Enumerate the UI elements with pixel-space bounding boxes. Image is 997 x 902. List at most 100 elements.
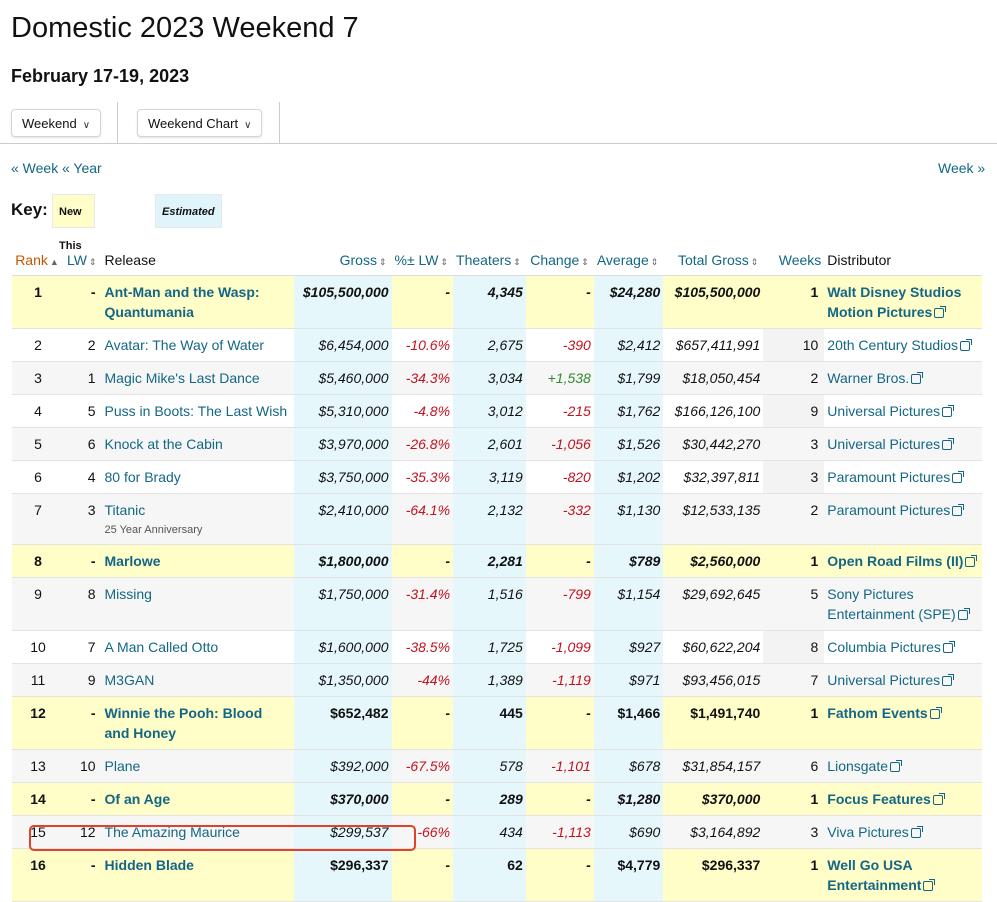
lw-cell: 1 <box>64 361 102 395</box>
release-link[interactable]: The Amazing Maurice <box>105 824 240 840</box>
period-dropdown[interactable]: Weekend ∨ <box>11 109 102 137</box>
key-label: Key: <box>11 200 48 219</box>
theaters-cell: 289 <box>453 782 526 816</box>
release-link[interactable]: Knock at the Cabin <box>105 436 223 452</box>
external-link-icon <box>910 826 923 838</box>
distributor-link[interactable]: Viva Pictures <box>827 824 923 840</box>
release-link[interactable]: Missing <box>105 586 152 602</box>
average-cell: $1,202 <box>593 460 664 494</box>
weeks-cell: 1 <box>763 848 825 902</box>
distributor-link[interactable]: Warner Bros. <box>827 370 924 386</box>
table-row: 6 4 80 for Brady $3,750,000 -35.3% 3,119… <box>12 460 983 494</box>
rank-cell: 4 <box>12 394 64 428</box>
release-link[interactable]: Of an Age <box>105 791 171 807</box>
total-gross-cell: $29,692,645 <box>663 577 764 631</box>
distributor-link[interactable]: Well Go USA Entertainment <box>827 857 936 893</box>
pct-cell: -64.1% <box>391 493 454 545</box>
weeks-cell: 10 <box>763 328 825 362</box>
total-gross-cell: $30,442,270 <box>663 427 764 461</box>
theaters-cell: 1,516 <box>453 577 526 631</box>
average-cell: $1,130 <box>593 493 664 545</box>
sort-icon: ⇕ <box>581 256 589 267</box>
release-link[interactable]: Hidden Blade <box>105 857 194 873</box>
distributor-link[interactable]: Open Road Films (II) <box>827 553 978 569</box>
distributor-link[interactable]: Universal Pictures <box>827 403 955 419</box>
weeks-cell: 2 <box>763 493 825 545</box>
change-cell: - <box>525 782 594 816</box>
lw-cell: 5 <box>64 394 102 428</box>
distributor-link[interactable]: Focus Features <box>827 791 945 807</box>
gross-cell: $2,410,000 <box>293 493 392 545</box>
weeks-cell: 3 <box>763 427 825 461</box>
chart-type-dropdown[interactable]: Weekend Chart ∨ <box>137 109 263 137</box>
theaters-cell: 2,601 <box>453 427 526 461</box>
change-cell: - <box>525 848 594 902</box>
lw-cell: - <box>64 848 102 902</box>
external-link-icon <box>952 471 965 483</box>
release-link[interactable]: Marlowe <box>105 553 161 569</box>
release-link[interactable]: Plane <box>105 758 141 774</box>
distributor-link[interactable]: Sony Pictures Entertainment (SPE) <box>827 586 970 622</box>
distributor-link[interactable]: Universal Pictures <box>827 436 955 452</box>
release-link[interactable]: Winnie the Pooh: Blood and Honey <box>105 705 263 741</box>
prev-year-link[interactable]: « Year <box>62 160 102 176</box>
distributor-link[interactable]: 20th Century Studios <box>827 337 973 353</box>
lw-cell: - <box>64 782 102 816</box>
total-gross-cell: $2,560,000 <box>663 544 764 578</box>
distributor-link[interactable]: Columbia Pictures <box>827 639 955 655</box>
theaters-cell: 578 <box>453 749 526 783</box>
change-cell: -1,101 <box>525 749 594 783</box>
header-distributor: Distributor <box>824 244 983 276</box>
pct-cell: -38.5% <box>391 630 454 664</box>
pct-cell: - <box>391 782 454 816</box>
rank-cell: 16 <box>12 848 64 902</box>
header-total-gross[interactable]: Total Gross ⇕ <box>663 244 764 276</box>
distributor-link[interactable]: Universal Pictures <box>827 672 955 688</box>
release-link[interactable]: M3GAN <box>105 672 155 688</box>
pct-cell: - <box>391 848 454 902</box>
external-link-icon <box>957 608 970 620</box>
average-cell: $1,154 <box>593 577 664 631</box>
pct-cell: -4.8% <box>391 394 454 428</box>
toolbar-divider <box>117 102 118 143</box>
period-dropdown-label: Weekend <box>22 116 77 131</box>
next-week-link[interactable]: Week » <box>938 160 985 176</box>
header-theaters[interactable]: Theaters ⇕ <box>453 244 526 276</box>
table-row: 8 - Marlowe $1,800,000 - 2,281 - $789 $2… <box>12 544 983 578</box>
header-rank[interactable]: Rank ▲ <box>12 244 64 276</box>
rank-cell: 15 <box>12 815 64 849</box>
release-link[interactable]: Avatar: The Way of Water <box>105 337 265 353</box>
header-lw[interactable]: LW ⇕ <box>64 244 102 276</box>
gross-cell: $1,750,000 <box>293 577 392 631</box>
pct-cell: -31.4% <box>391 577 454 631</box>
theaters-cell: 1,389 <box>453 663 526 697</box>
distributor-link[interactable]: Lionsgate <box>827 758 903 774</box>
total-gross-cell: $93,456,015 <box>663 663 764 697</box>
gross-cell: $105,500,000 <box>293 275 392 329</box>
header-weeks[interactable]: Weeks <box>763 244 825 276</box>
release-link[interactable]: 80 for Brady <box>105 469 181 485</box>
release-link[interactable]: Puss in Boots: The Last Wish <box>105 403 288 419</box>
change-cell: -1,119 <box>525 663 594 697</box>
header-average[interactable]: Average ⇕ <box>593 244 664 276</box>
header-change[interactable]: Change ⇕ <box>525 244 594 276</box>
header-gross[interactable]: Gross ⇕ <box>293 244 392 276</box>
theaters-cell: 2,281 <box>453 544 526 578</box>
release-link[interactable]: Titanic <box>105 502 146 518</box>
page-subtitle: February 17-19, 2023 <box>11 66 190 86</box>
distributor-link[interactable]: Walt Disney Studios Motion Pictures <box>827 284 961 320</box>
distributor-link[interactable]: Paramount Pictures <box>827 469 965 485</box>
distributor-link[interactable]: Fathom Events <box>827 705 942 721</box>
lw-cell: 9 <box>64 663 102 697</box>
total-gross-cell: $296,337 <box>663 848 764 902</box>
average-cell: $789 <box>593 544 664 578</box>
distributor-link[interactable]: Paramount Pictures <box>827 502 965 518</box>
header-pct-lw[interactable]: %± LW ⇕ <box>391 244 454 276</box>
prev-week-link[interactable]: « Week <box>11 160 58 176</box>
release-link[interactable]: Magic Mike's Last Dance <box>105 370 260 386</box>
release-link[interactable]: A Man Called Otto <box>105 639 219 655</box>
gross-cell: $370,000 <box>293 782 392 816</box>
release-link[interactable]: Ant-Man and the Wasp: Quantumania <box>105 284 260 320</box>
theaters-cell: 2,675 <box>453 328 526 362</box>
external-link-icon <box>890 760 903 772</box>
